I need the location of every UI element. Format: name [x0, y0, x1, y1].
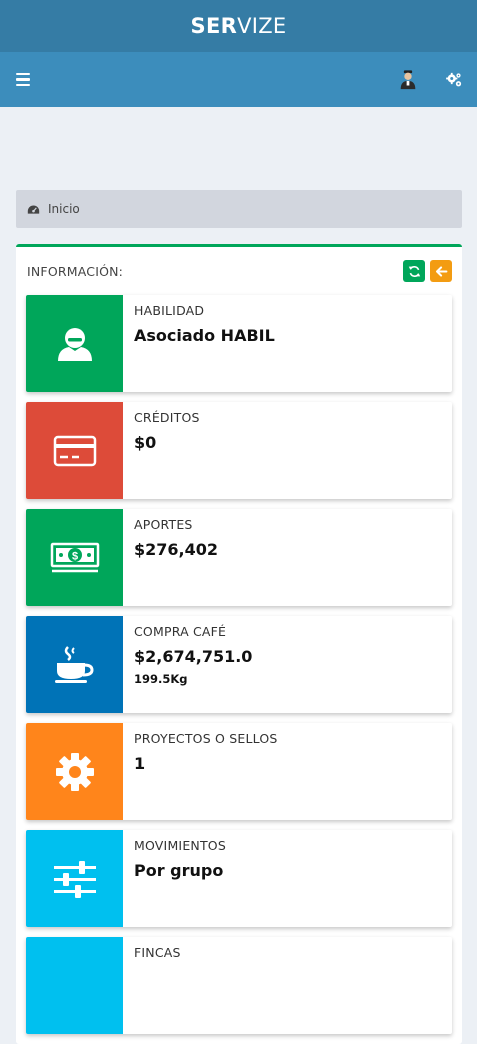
- breadcrumb[interactable]: Inicio: [16, 190, 462, 228]
- info-label: APORTES: [134, 517, 193, 532]
- info-box-fincas[interactable]: FINCAS: [26, 937, 452, 1034]
- logo-bold: SER: [190, 14, 238, 38]
- info-label: CRÉDITOS: [134, 410, 200, 425]
- info-value: $276,402: [134, 540, 219, 559]
- info-icon-bg: $: [26, 509, 123, 606]
- info-box-creditos[interactable]: CRÉDITOS $0: [26, 402, 452, 499]
- top-navbar: [0, 52, 477, 107]
- info-icon-bg: [26, 830, 123, 927]
- info-subvalue: 199.5Kg: [134, 672, 188, 686]
- info-box-aportes[interactable]: $ APORTES $276,402: [26, 509, 452, 606]
- info-label: FINCAS: [134, 945, 181, 960]
- box-title: INFORMACIÓN:: [27, 263, 124, 279]
- logo-light: VIZE: [237, 14, 287, 38]
- sliders-icon: [53, 860, 96, 898]
- info-box-habilidad[interactable]: HABILIDAD Asociado HABIL: [26, 295, 452, 392]
- info-box-compra-cafe[interactable]: COMPRA CAFÉ $2,674,751.0 199.5Kg: [26, 616, 452, 713]
- info-value: Asociado HABIL: [134, 326, 275, 345]
- info-icon-bg: [26, 295, 123, 392]
- info-value: 1: [134, 754, 146, 773]
- info-label: COMPRA CAFÉ: [134, 624, 227, 639]
- info-box-movimientos[interactable]: MOVIMIENTOS Por grupo: [26, 830, 452, 927]
- info-label: HABILIDAD: [134, 303, 205, 318]
- info-icon-bg: [26, 937, 123, 1034]
- info-value: $0: [134, 433, 157, 452]
- info-icon-bg: [26, 723, 123, 820]
- breadcrumb-label: Inicio: [48, 202, 80, 216]
- cogs-icon[interactable]: [445, 71, 463, 89]
- info-box-proyectos[interactable]: PROYECTOS O SELLOS 1: [26, 723, 452, 820]
- info-value: Por grupo: [134, 861, 224, 880]
- info-icon-bg: [26, 402, 123, 499]
- back-button[interactable]: [430, 260, 452, 282]
- arrow-left-icon: [435, 265, 447, 277]
- user-icon: [57, 327, 92, 361]
- coffee-icon: [54, 645, 94, 683]
- refresh-icon: [408, 265, 420, 277]
- gear-icon: [55, 752, 94, 791]
- refresh-button[interactable]: [403, 260, 425, 282]
- credit-card-icon: [53, 435, 96, 466]
- app-logo[interactable]: SER VIZE: [0, 0, 477, 52]
- information-box: INFORMACIÓN: HABILIDAD Asociado HABIL CR…: [16, 244, 462, 1044]
- info-value: $2,674,751.0: [134, 647, 253, 666]
- info-icon-bg: [26, 616, 123, 713]
- svg-text:$: $: [71, 550, 77, 562]
- info-label: MOVIMIENTOS: [134, 838, 226, 853]
- info-label: PROYECTOS O SELLOS: [134, 731, 278, 746]
- avatar[interactable]: [397, 69, 419, 91]
- money-icon: $: [50, 542, 99, 572]
- dashboard-icon: [27, 204, 40, 214]
- bars-icon[interactable]: [16, 72, 30, 87]
